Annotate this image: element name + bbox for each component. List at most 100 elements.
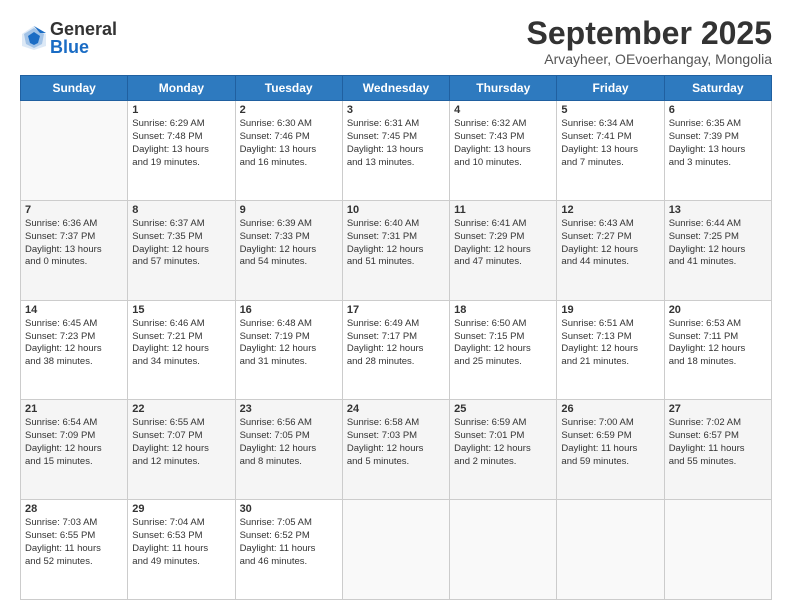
- cell-line-l2: Sunset: 7:23 PM: [25, 331, 123, 344]
- cell-line-l4: and 52 minutes.: [25, 556, 123, 569]
- cell-line-l1: Sunrise: 6:59 AM: [454, 417, 552, 430]
- cell-line-l2: Sunset: 7:31 PM: [347, 231, 445, 244]
- month-title: September 2025: [527, 16, 772, 51]
- cell-line-l3: Daylight: 12 hours: [561, 244, 659, 257]
- cell-line-l1: Sunrise: 6:56 AM: [240, 417, 338, 430]
- cell-line-l4: and 51 minutes.: [347, 256, 445, 269]
- calendar-table: Sunday Monday Tuesday Wednesday Thursday…: [20, 75, 772, 600]
- cell-line-l3: Daylight: 13 hours: [561, 144, 659, 157]
- col-friday: Friday: [557, 76, 664, 101]
- col-thursday: Thursday: [450, 76, 557, 101]
- cell-line-l4: and 2 minutes.: [454, 456, 552, 469]
- cell-line-l4: and 31 minutes.: [240, 356, 338, 369]
- table-row: 22Sunrise: 6:55 AMSunset: 7:07 PMDayligh…: [128, 400, 235, 500]
- cell-line-l3: Daylight: 11 hours: [669, 443, 767, 456]
- cell-line-l3: Daylight: 12 hours: [132, 343, 230, 356]
- table-row: 12Sunrise: 6:43 AMSunset: 7:27 PMDayligh…: [557, 200, 664, 300]
- cell-line-l1: Sunrise: 6:58 AM: [347, 417, 445, 430]
- cell-line-l4: and 38 minutes.: [25, 356, 123, 369]
- cell-line-l4: and 21 minutes.: [561, 356, 659, 369]
- cell-line-l3: Daylight: 13 hours: [25, 244, 123, 257]
- day-number: 30: [240, 503, 338, 515]
- table-row: 24Sunrise: 6:58 AMSunset: 7:03 PMDayligh…: [342, 400, 449, 500]
- cell-line-l1: Sunrise: 6:49 AM: [347, 318, 445, 331]
- cell-line-l4: and 5 minutes.: [347, 456, 445, 469]
- cell-line-l4: and 28 minutes.: [347, 356, 445, 369]
- day-number: 9: [240, 204, 338, 216]
- cell-line-l1: Sunrise: 6:53 AM: [669, 318, 767, 331]
- cell-line-l4: and 49 minutes.: [132, 556, 230, 569]
- day-number: 3: [347, 104, 445, 116]
- logo: General Blue: [20, 20, 117, 56]
- table-row: 21Sunrise: 6:54 AMSunset: 7:09 PMDayligh…: [21, 400, 128, 500]
- cell-line-l3: Daylight: 11 hours: [240, 543, 338, 556]
- cell-line-l3: Daylight: 12 hours: [669, 343, 767, 356]
- day-number: 15: [132, 304, 230, 316]
- cell-line-l1: Sunrise: 6:30 AM: [240, 118, 338, 131]
- cell-line-l4: and 46 minutes.: [240, 556, 338, 569]
- logo-icon: [20, 24, 48, 52]
- cell-line-l1: Sunrise: 6:51 AM: [561, 318, 659, 331]
- calendar-header-row: Sunday Monday Tuesday Wednesday Thursday…: [21, 76, 772, 101]
- table-row: 4Sunrise: 6:32 AMSunset: 7:43 PMDaylight…: [450, 101, 557, 201]
- cell-line-l1: Sunrise: 6:43 AM: [561, 218, 659, 231]
- day-number: 21: [25, 403, 123, 415]
- cell-line-l3: Daylight: 13 hours: [240, 144, 338, 157]
- cell-line-l3: Daylight: 12 hours: [454, 244, 552, 257]
- cell-line-l2: Sunset: 7:11 PM: [669, 331, 767, 344]
- cell-line-l4: and 8 minutes.: [240, 456, 338, 469]
- col-saturday: Saturday: [664, 76, 771, 101]
- cell-line-l1: Sunrise: 6:41 AM: [454, 218, 552, 231]
- col-monday: Monday: [128, 76, 235, 101]
- table-row: 10Sunrise: 6:40 AMSunset: 7:31 PMDayligh…: [342, 200, 449, 300]
- cell-line-l1: Sunrise: 7:05 AM: [240, 517, 338, 530]
- day-number: 7: [25, 204, 123, 216]
- cell-line-l2: Sunset: 7:05 PM: [240, 430, 338, 443]
- cell-line-l2: Sunset: 7:35 PM: [132, 231, 230, 244]
- logo-general-text: General: [50, 20, 117, 38]
- table-row: 27Sunrise: 7:02 AMSunset: 6:57 PMDayligh…: [664, 400, 771, 500]
- day-number: 25: [454, 403, 552, 415]
- cell-line-l2: Sunset: 7:29 PM: [454, 231, 552, 244]
- cell-line-l3: Daylight: 12 hours: [347, 343, 445, 356]
- day-number: 6: [669, 104, 767, 116]
- day-number: 17: [347, 304, 445, 316]
- cell-line-l3: Daylight: 12 hours: [240, 244, 338, 257]
- cell-line-l4: and 0 minutes.: [25, 256, 123, 269]
- table-row: 11Sunrise: 6:41 AMSunset: 7:29 PMDayligh…: [450, 200, 557, 300]
- cell-line-l1: Sunrise: 6:44 AM: [669, 218, 767, 231]
- cell-line-l3: Daylight: 12 hours: [240, 343, 338, 356]
- cell-line-l3: Daylight: 13 hours: [669, 144, 767, 157]
- day-number: 5: [561, 104, 659, 116]
- day-number: 14: [25, 304, 123, 316]
- table-row: [450, 500, 557, 600]
- cell-line-l1: Sunrise: 6:37 AM: [132, 218, 230, 231]
- title-block: September 2025 Arvayheer, OEvoerhangay, …: [527, 16, 772, 67]
- col-sunday: Sunday: [21, 76, 128, 101]
- cell-line-l3: Daylight: 12 hours: [25, 343, 123, 356]
- cell-line-l1: Sunrise: 7:00 AM: [561, 417, 659, 430]
- day-number: 2: [240, 104, 338, 116]
- cell-line-l4: and 3 minutes.: [669, 157, 767, 170]
- table-row: 14Sunrise: 6:45 AMSunset: 7:23 PMDayligh…: [21, 300, 128, 400]
- cell-line-l2: Sunset: 6:53 PM: [132, 530, 230, 543]
- cell-line-l4: and 13 minutes.: [347, 157, 445, 170]
- table-row: 6Sunrise: 6:35 AMSunset: 7:39 PMDaylight…: [664, 101, 771, 201]
- col-tuesday: Tuesday: [235, 76, 342, 101]
- table-row: 15Sunrise: 6:46 AMSunset: 7:21 PMDayligh…: [128, 300, 235, 400]
- cell-line-l3: Daylight: 13 hours: [347, 144, 445, 157]
- cell-line-l2: Sunset: 7:07 PM: [132, 430, 230, 443]
- cell-line-l2: Sunset: 7:25 PM: [669, 231, 767, 244]
- cell-line-l3: Daylight: 12 hours: [132, 443, 230, 456]
- cell-line-l2: Sunset: 7:41 PM: [561, 131, 659, 144]
- table-row: 28Sunrise: 7:03 AMSunset: 6:55 PMDayligh…: [21, 500, 128, 600]
- cell-line-l4: and 54 minutes.: [240, 256, 338, 269]
- table-row: [557, 500, 664, 600]
- cell-line-l2: Sunset: 7:15 PM: [454, 331, 552, 344]
- cell-line-l3: Daylight: 11 hours: [561, 443, 659, 456]
- cell-line-l3: Daylight: 12 hours: [347, 244, 445, 257]
- cell-line-l4: and 59 minutes.: [561, 456, 659, 469]
- table-row: 26Sunrise: 7:00 AMSunset: 6:59 PMDayligh…: [557, 400, 664, 500]
- day-number: 29: [132, 503, 230, 515]
- day-number: 12: [561, 204, 659, 216]
